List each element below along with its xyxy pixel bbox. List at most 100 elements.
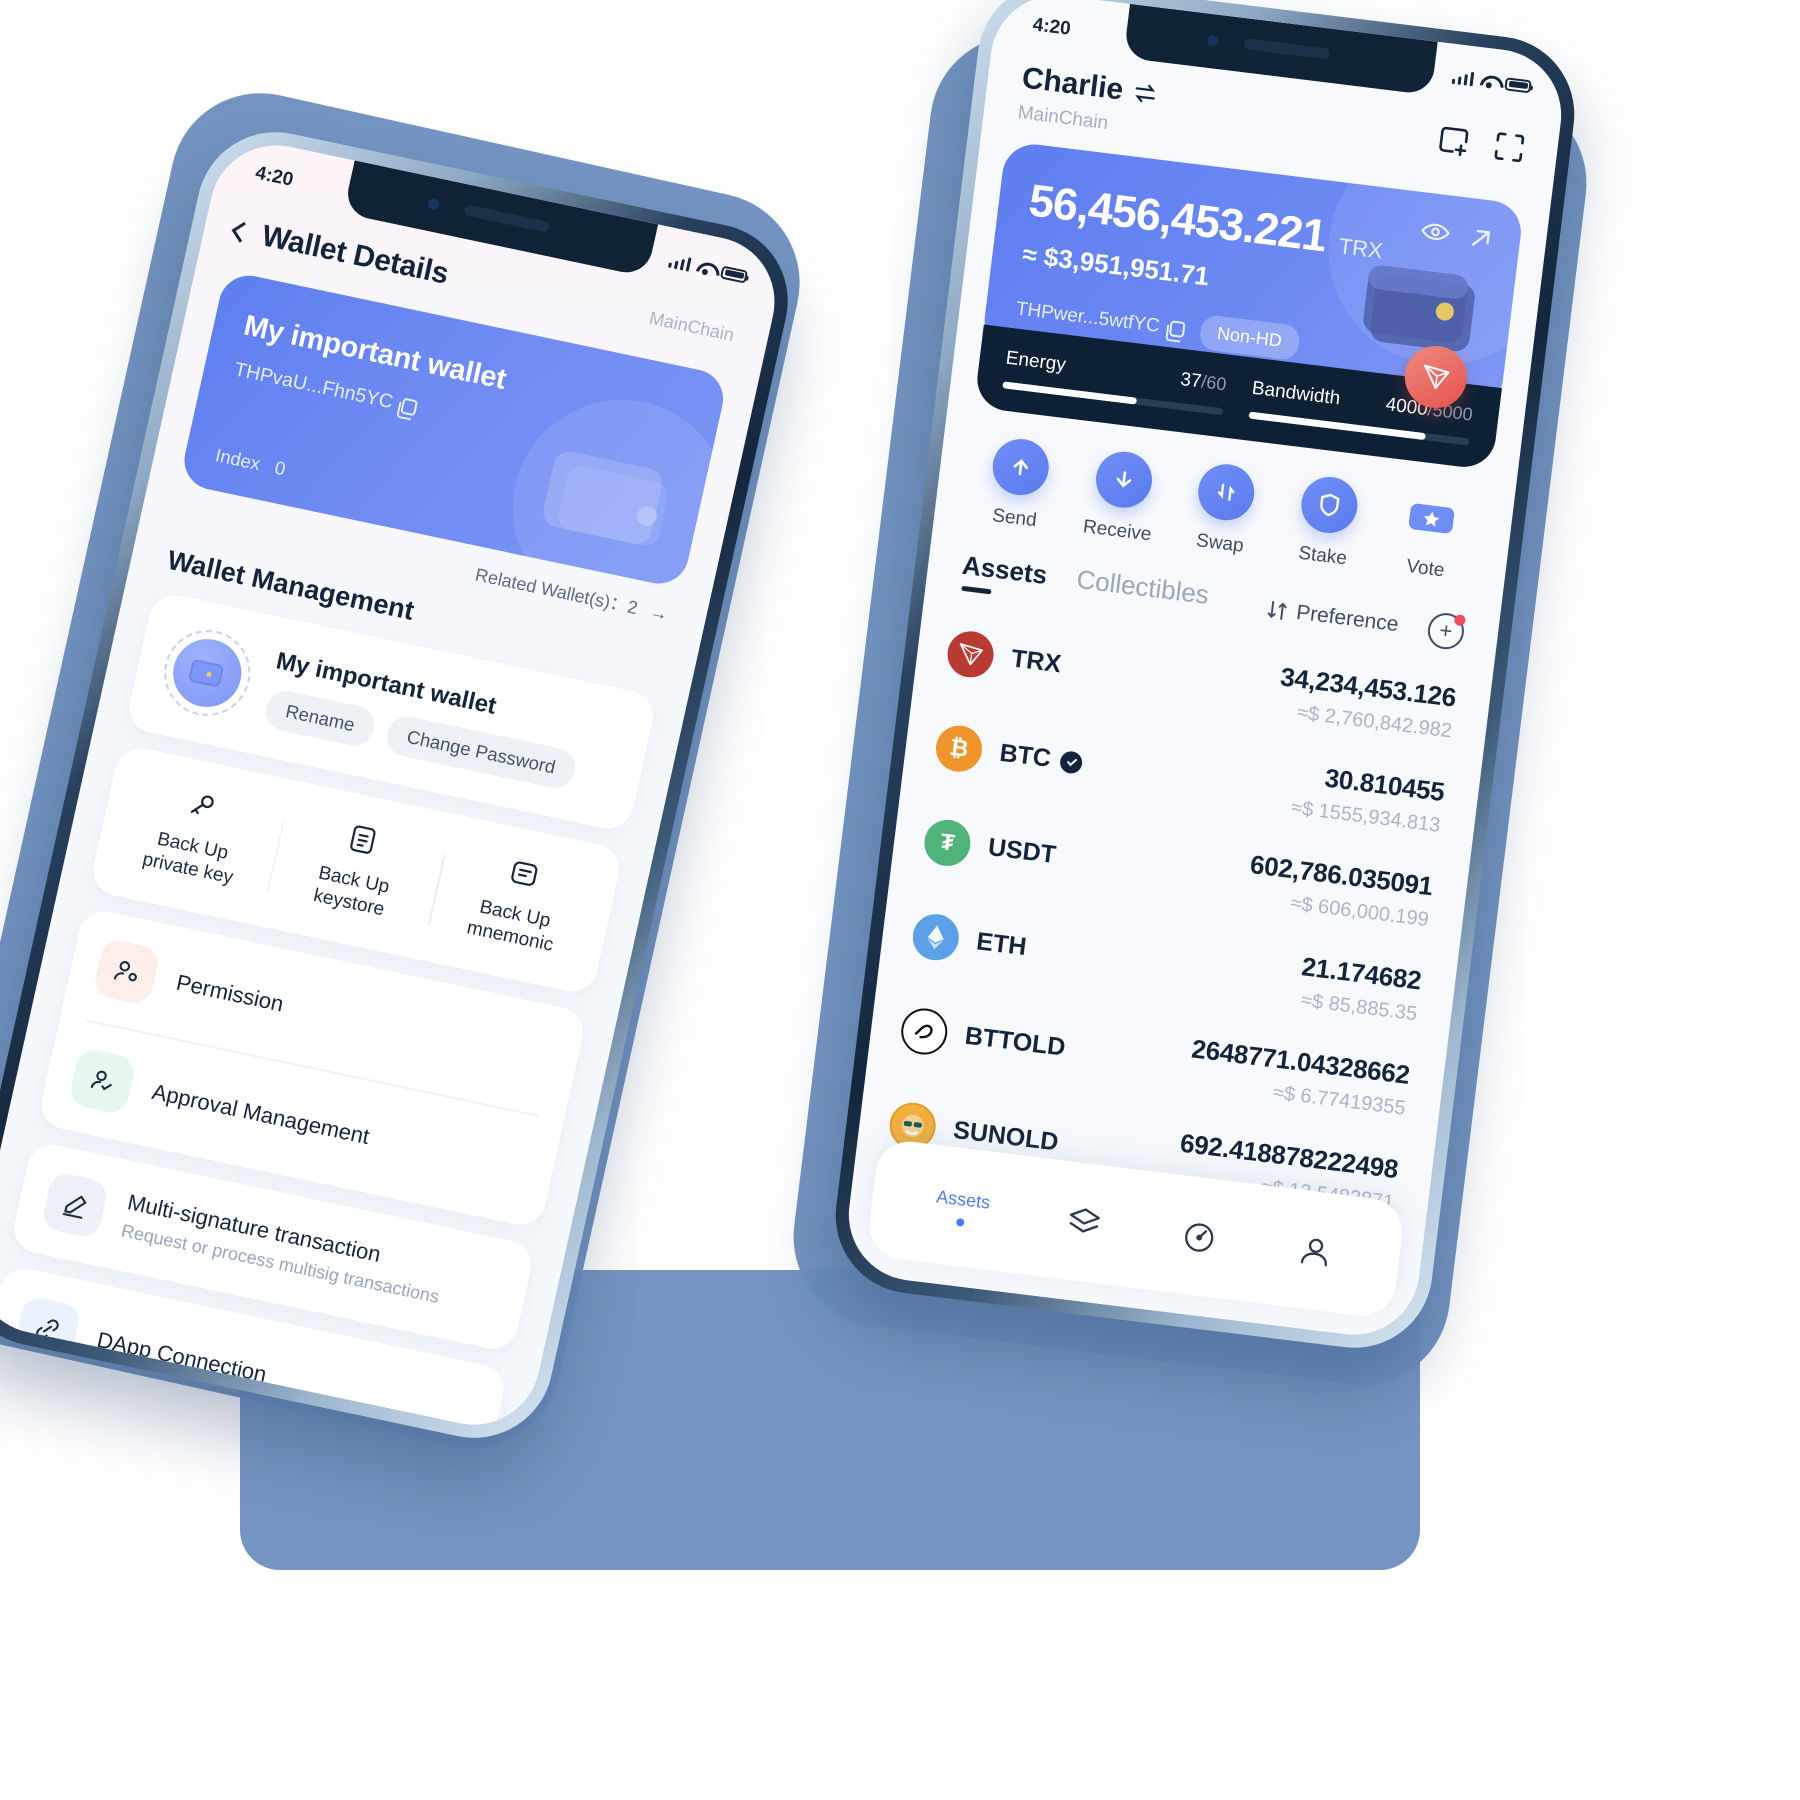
- asset-symbol: BTC: [998, 739, 1084, 778]
- energy-value: 37/60: [1179, 368, 1228, 395]
- switch-account-icon[interactable]: [1132, 81, 1159, 106]
- rename-button[interactable]: Rename: [262, 686, 379, 749]
- ticket-icon: [1400, 486, 1462, 548]
- battery-icon: [1504, 76, 1532, 93]
- tron-icon: [1424, 364, 1450, 390]
- verified-badge-icon: [1059, 749, 1084, 775]
- wallet-avatar-icon: [166, 632, 248, 714]
- bitcoin-icon: ₿: [933, 722, 985, 774]
- account-block[interactable]: Charlie MainChain: [1017, 61, 1159, 140]
- symbol-text: ETH: [974, 927, 1028, 962]
- active-indicator-dot: [956, 1217, 966, 1227]
- status-time: 4:20: [1031, 14, 1072, 40]
- backup-mnemonic-button[interactable]: Back Up mnemonic: [427, 839, 609, 965]
- sort-icon: [1268, 600, 1287, 620]
- symbol-text: BTC: [998, 738, 1053, 773]
- action-stake[interactable]: Stake: [1276, 472, 1378, 574]
- profile-icon: [1300, 1238, 1327, 1267]
- add-wallet-icon[interactable]: [1434, 120, 1474, 160]
- avatar: [155, 622, 259, 724]
- asset-usd: ≈$ 85,885.35: [1299, 989, 1419, 1026]
- asset-amount: 21.174682: [1299, 951, 1423, 996]
- wifi-icon: [1479, 73, 1499, 89]
- multisig-text: Multi-signature transaction Request or p…: [119, 1190, 448, 1309]
- arrow-right-icon: →: [648, 601, 670, 625]
- account-name: Charlie: [1020, 61, 1126, 107]
- tabbar-item-profile[interactable]: [1292, 1227, 1339, 1274]
- asset-values: 30.810455 ≈$ 1555,934.813: [1290, 759, 1446, 838]
- bittorrent-icon: [898, 1005, 950, 1057]
- arrow-down-icon: [1092, 448, 1155, 511]
- preference-button[interactable]: Preference: [1266, 597, 1400, 637]
- status-time: 4:20: [253, 162, 296, 191]
- layers-icon: [1069, 1208, 1100, 1233]
- permission-label: Permission: [173, 969, 286, 1017]
- energy-total: 60: [1205, 372, 1228, 395]
- tabbar-item-assets[interactable]: Assets: [933, 1186, 991, 1229]
- left-content: Wallet Details MainChain My important wa…: [0, 133, 787, 1437]
- chain-label: MainChain: [647, 307, 737, 345]
- tabbar-assets-label: Assets: [935, 1185, 992, 1213]
- wallet-identity-text: My important wallet Rename Change Passwo…: [262, 647, 588, 791]
- status-indicators: [1451, 70, 1532, 94]
- copy-icon[interactable]: [400, 397, 419, 416]
- approval-management-label: Approval Management: [149, 1078, 372, 1149]
- asset-amount: 30.810455: [1323, 762, 1447, 807]
- page-title: Wallet Details: [258, 219, 452, 291]
- wallet-glyph-icon: [189, 659, 224, 687]
- asset-symbol: USDT: [986, 833, 1058, 870]
- index-value: 0: [272, 456, 288, 480]
- tabbar-item-explore[interactable]: [1176, 1213, 1223, 1260]
- screenshot-stage: 4:20 Wallet Details MainChain My importa…: [0, 0, 1800, 1800]
- wallet-index: Index 0: [213, 444, 287, 480]
- wifi-icon: [695, 259, 716, 276]
- approval-user-check-icon: [67, 1046, 138, 1116]
- backup-keystore-button[interactable]: Back Up keystore: [266, 805, 448, 931]
- index-label: Index: [213, 444, 263, 475]
- shield-icon: [1297, 473, 1361, 537]
- left-screen: 4:20 Wallet Details MainChain My importa…: [0, 133, 788, 1437]
- asset-list: TRX 34,234,453.126 ≈$ 2,760,842.982 ₿ BT…: [854, 588, 1495, 1236]
- symbol-text: TRX: [1009, 644, 1063, 679]
- asset-symbol: ETH: [975, 927, 1028, 962]
- status-indicators: [667, 254, 749, 284]
- arrow-up-right-icon[interactable]: [1467, 224, 1496, 253]
- vote-ticket-graphic: [1408, 503, 1455, 534]
- eye-icon[interactable]: [1419, 218, 1452, 245]
- copy-icon[interactable]: [1168, 319, 1186, 338]
- explore-icon: [1185, 1223, 1214, 1252]
- asset-symbol: TRX: [1010, 644, 1063, 679]
- tabbar-item-layers[interactable]: [1061, 1199, 1108, 1246]
- asset-values: 2648771.04328662 ≈$ 6.77419355: [1186, 1033, 1411, 1120]
- header-icons: [1434, 112, 1531, 167]
- asset-symbol: BTTOLD: [963, 1022, 1067, 1063]
- signal-icon: [667, 254, 692, 272]
- pencil-icon: [40, 1170, 110, 1240]
- resource-energy[interactable]: Energy 37/60: [1002, 347, 1228, 416]
- permission-user-icon: [91, 937, 162, 1007]
- action-swap[interactable]: Swap: [1173, 459, 1275, 561]
- signal-icon: [1451, 70, 1475, 87]
- action-receive[interactable]: Receive: [1070, 446, 1172, 548]
- preference-label: Preference: [1295, 600, 1400, 636]
- swap-icon: [1195, 461, 1258, 524]
- add-token-icon[interactable]: +: [1425, 610, 1467, 651]
- asset-values: 34,234,453.126 ≈$ 2,760,842.982: [1275, 661, 1458, 743]
- tether-icon: ₮: [921, 816, 974, 869]
- asset-values: 21.174682 ≈$ 85,885.35: [1296, 951, 1423, 1026]
- scan-qr-icon[interactable]: [1489, 127, 1529, 167]
- backup-private-key-button[interactable]: Back Up private key: [105, 771, 287, 897]
- battery-icon: [719, 265, 749, 284]
- symbol-text: USDT: [986, 833, 1058, 870]
- energy-used: 37: [1179, 368, 1203, 393]
- tron-icon: [944, 628, 997, 680]
- action-send[interactable]: Send: [967, 434, 1069, 536]
- energy-fill: [1002, 381, 1138, 405]
- bandwidth-label: Bandwidth: [1250, 377, 1342, 410]
- energy-label: Energy: [1004, 347, 1067, 376]
- chevron-left-icon[interactable]: [231, 221, 253, 243]
- asset-values: 602,786.035091 ≈$ 606,000.199: [1245, 849, 1434, 932]
- ethereum-icon: [910, 911, 962, 963]
- action-vote[interactable]: Vote: [1378, 484, 1480, 586]
- arrow-up-icon: [989, 435, 1052, 499]
